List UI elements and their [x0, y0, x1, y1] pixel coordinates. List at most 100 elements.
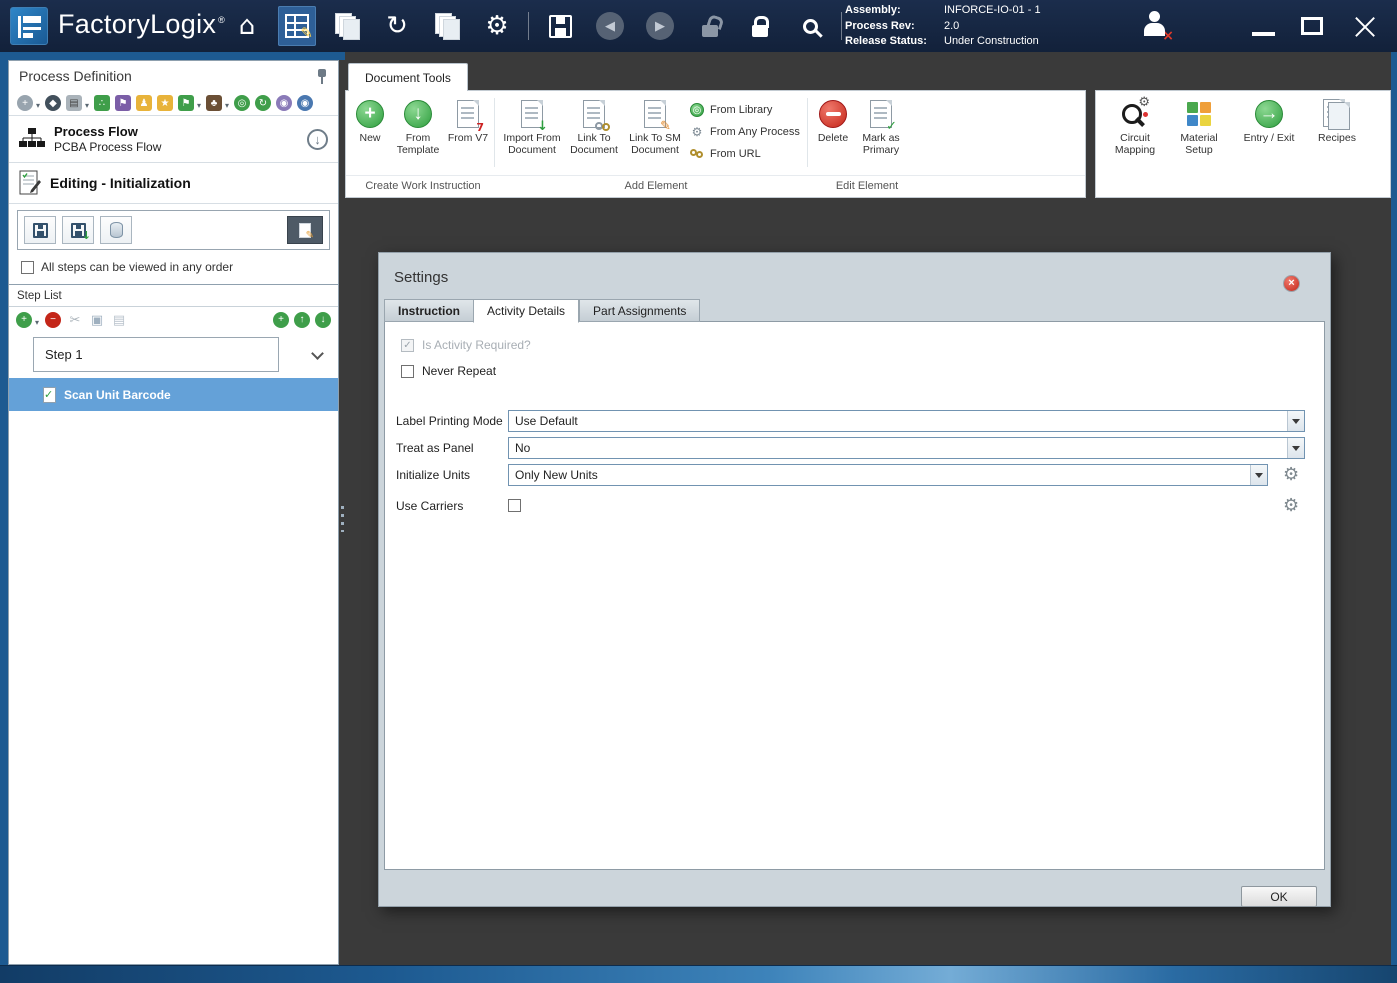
navigate-icon[interactable]: ◆: [45, 95, 61, 111]
titlebar: FactoryLogix ® ⌂ ✎ ↻ ⚙ ◀ ▶ Assembly: INFO…: [0, 0, 1397, 52]
initialize-units-gear-icon[interactable]: ⚙: [1283, 465, 1299, 484]
paste-step-icon[interactable]: ▤: [111, 312, 127, 328]
work-instructions-button[interactable]: ✎: [278, 6, 316, 46]
settings-button[interactable]: ⚙: [478, 6, 516, 46]
tab-activity-details[interactable]: Activity Details: [473, 299, 580, 323]
new-button[interactable]: + New: [350, 95, 390, 144]
import-from-document-icon: ↓: [521, 100, 548, 133]
edit-instruction-button[interactable]: ✎: [287, 216, 323, 244]
documents-button[interactable]: [428, 6, 466, 46]
favorite-icon[interactable]: ★: [157, 95, 173, 111]
editing-header: Editing - Initialization: [9, 162, 338, 204]
remove-step-icon[interactable]: −: [45, 311, 61, 328]
add-element-small-buttons: ◎ From Library ⚙ From Any Process From U…: [687, 95, 803, 165]
tab-part-assignments[interactable]: Part Assignments: [579, 299, 701, 322]
add-dropdown-icon[interactable]: + ▾: [17, 95, 40, 111]
link-to-sm-document-label: Link To SM Document: [629, 132, 681, 156]
print-icon[interactable]: ▤ ▾: [66, 95, 89, 111]
from-any-process-button[interactable]: ⚙ From Any Process: [687, 121, 803, 143]
import-from-document-button[interactable]: ↓ Import From Document: [499, 95, 565, 156]
any-order-checkbox[interactable]: [21, 260, 34, 274]
zoom-step-icon[interactable]: +: [273, 311, 289, 328]
chevron-down-icon[interactable]: [311, 347, 324, 360]
never-repeat-row: Never Repeat: [401, 364, 496, 378]
material-setup-button[interactable]: Material Setup: [1172, 95, 1226, 193]
sync-button[interactable]: ↻: [378, 6, 416, 46]
initialize-units-dropdown-icon[interactable]: [1250, 465, 1267, 485]
delete-button[interactable]: Delete: [812, 95, 854, 144]
operator-icon[interactable]: ♟: [136, 95, 152, 111]
add-step-icon[interactable]: + ▾: [16, 311, 39, 328]
tree-dropdown-icon[interactable]: ♣ ▾: [206, 95, 229, 111]
is-activity-required-checkbox[interactable]: ✓: [401, 338, 414, 352]
never-repeat-checkbox[interactable]: [401, 364, 414, 378]
link-to-sm-document-icon: ✎: [644, 100, 671, 133]
minimize-button[interactable]: [1252, 16, 1276, 36]
collapse-circle-icon[interactable]: ↓: [307, 128, 328, 150]
flags-dropdown-icon[interactable]: ⚑ ▾: [178, 95, 201, 111]
maximize-button[interactable]: [1301, 17, 1324, 35]
treat-as-panel-select[interactable]: No: [508, 437, 1305, 459]
back-button[interactable]: ◀: [591, 6, 629, 46]
use-carriers-gear-icon[interactable]: ⚙: [1283, 496, 1299, 515]
process-documents-icon: [335, 13, 360, 40]
maximize-icon: [1301, 17, 1324, 35]
process-tree-icon[interactable]: ∴: [94, 95, 110, 111]
use-carriers-checkbox[interactable]: [508, 499, 521, 512]
from-v7-button[interactable]: 7 From V7: [446, 95, 490, 144]
add-element-group: ↓ Import From Document Link To Document …: [497, 95, 805, 170]
delete-icon: [819, 100, 847, 128]
unlock-button[interactable]: [691, 6, 729, 46]
discard-instruction-button[interactable]: [100, 216, 132, 244]
close-button[interactable]: ×: [1349, 7, 1381, 45]
label-printing-mode-dropdown-icon[interactable]: [1287, 411, 1304, 431]
release-review-button[interactable]: [791, 6, 829, 46]
unlock-icon: [702, 25, 718, 37]
link-to-sm-document-button[interactable]: ✎ Link To SM Document: [623, 95, 687, 156]
use-carriers-label: Use Carriers: [396, 499, 464, 513]
circuit-mapping-button[interactable]: ⚙ Circuit Mapping: [1108, 95, 1162, 193]
cut-step-icon[interactable]: ✂: [67, 312, 83, 328]
back-icon: ◀: [596, 12, 624, 40]
recipes-button[interactable]: Recipes: [1312, 95, 1362, 193]
ok-button[interactable]: OK: [1241, 886, 1317, 907]
treat-as-panel-dropdown-icon[interactable]: [1287, 438, 1304, 458]
ribbon-group-labels: Create Work Instruction Add Element Edit…: [346, 175, 1085, 197]
move-step-up-icon[interactable]: ↑: [294, 311, 310, 328]
copy-step-icon[interactable]: ▣: [89, 312, 105, 328]
titlebar-separator: [841, 12, 842, 40]
import-instruction-button[interactable]: ↓: [62, 216, 94, 244]
save-button[interactable]: [541, 6, 579, 46]
status-purple-icon[interactable]: ◉: [276, 95, 292, 111]
user-logout-button[interactable]: ×: [1140, 10, 1174, 44]
material-setup-icon: [1187, 102, 1211, 126]
entry-exit-button[interactable]: → Entry / Exit: [1236, 95, 1302, 193]
process-documents-button[interactable]: [328, 6, 366, 46]
label-printing-mode-select[interactable]: Use Default: [508, 410, 1305, 432]
step-group-header[interactable]: Step 1: [33, 337, 279, 372]
forward-button[interactable]: ▶: [641, 6, 679, 46]
milestone-flag-icon[interactable]: ⚑: [115, 95, 131, 111]
lock-button[interactable]: [741, 6, 779, 46]
ribbon-tab-document-tools[interactable]: Document Tools: [348, 63, 468, 91]
new-icon: +: [356, 100, 384, 128]
factorylogix-logo-icon: [10, 7, 48, 45]
pin-icon[interactable]: [316, 68, 328, 84]
status-blue-icon[interactable]: ◉: [297, 95, 313, 111]
any-order-row: All steps can be viewed in any order: [9, 254, 338, 280]
tab-instruction[interactable]: Instruction: [384, 299, 473, 322]
mark-as-primary-button[interactable]: ✓ Mark as Primary: [854, 95, 908, 156]
move-step-down-icon[interactable]: ↓: [315, 311, 331, 328]
home-button[interactable]: ⌂: [228, 6, 266, 46]
process-flow-row[interactable]: Process Flow PCBA Process Flow ↓: [9, 116, 338, 162]
from-template-button[interactable]: ↓ From Template: [390, 95, 446, 156]
globe-icon[interactable]: ◎: [234, 95, 250, 111]
link-to-document-button[interactable]: Link To Document: [565, 95, 623, 156]
dialog-close-button[interactable]: ×: [1283, 275, 1300, 292]
initialize-units-select[interactable]: Only New Units: [508, 464, 1268, 486]
from-library-button[interactable]: ◎ From Library: [687, 99, 803, 121]
step-item-selected[interactable]: ✓ Scan Unit Barcode: [9, 378, 338, 411]
refresh-icon[interactable]: ↻: [255, 95, 271, 111]
from-url-button[interactable]: From URL: [687, 143, 803, 165]
save-instruction-button[interactable]: [24, 216, 56, 244]
